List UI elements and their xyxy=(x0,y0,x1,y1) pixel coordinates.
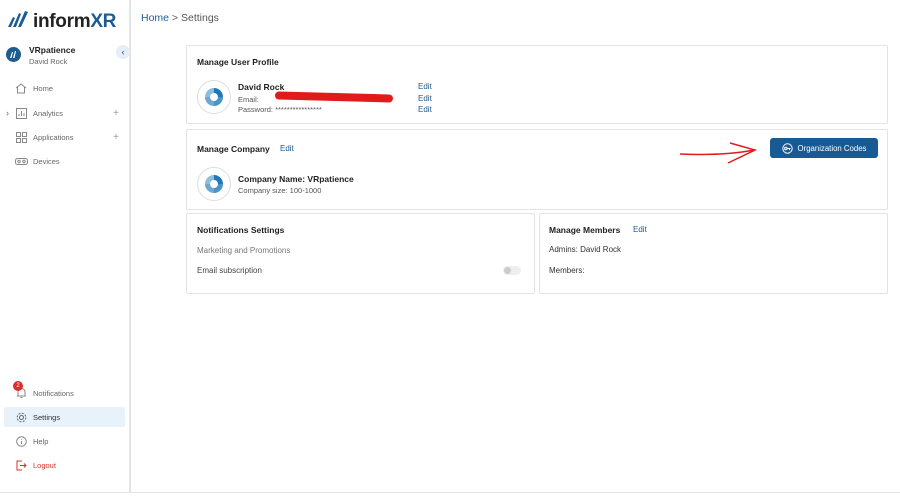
organization-codes-label: Organization Codes xyxy=(797,143,867,153)
company-avatar xyxy=(6,47,21,62)
key-icon xyxy=(781,142,793,154)
user-password: Password: **************** xyxy=(238,105,322,114)
sidebar-item-home[interactable]: Home xyxy=(4,78,125,98)
edit-password-link[interactable]: Edit xyxy=(418,105,432,114)
logout-icon xyxy=(14,458,28,472)
edit-name-link[interactable]: Edit xyxy=(418,82,432,91)
collapse-sidebar-button[interactable]: ‹ xyxy=(116,45,130,59)
account-user: David Rock xyxy=(29,57,68,66)
account-switcher[interactable]: VRpatience David Rock ‹ xyxy=(6,45,130,67)
home-icon xyxy=(14,81,28,95)
toggle-knob xyxy=(504,267,511,274)
expand-analytics-icon[interactable]: + xyxy=(113,108,119,119)
breadcrumb-current: Settings xyxy=(180,12,219,24)
vr-headset-icon xyxy=(14,154,28,168)
members-title: Manage Members xyxy=(549,225,621,235)
marketing-label: Marketing and Promotions xyxy=(197,246,291,255)
bottom-divider xyxy=(0,492,900,493)
breadcrumb-separator: > xyxy=(169,12,181,24)
annotation-arrow-icon xyxy=(679,142,758,164)
organization-codes-button[interactable]: Organization Codes xyxy=(770,138,878,158)
company-name: Company Name: VRpatience xyxy=(238,174,354,184)
sidebar-item-label: Logout xyxy=(33,460,56,470)
notifications-settings-card: Notifications Settings Marketing and Pro… xyxy=(186,213,535,294)
sidebar-item-devices[interactable]: Devices xyxy=(4,151,125,171)
analytics-icon xyxy=(14,106,28,120)
sidebar-item-label: Home xyxy=(33,83,54,93)
user-name: David Rock xyxy=(238,82,285,92)
sidebar: informXR VRpatience David Rock ‹ Home › … xyxy=(0,0,131,493)
brand-logo[interactable]: informXR xyxy=(7,10,116,33)
sidebar-item-analytics[interactable]: › Analytics + xyxy=(4,103,125,123)
sidebar-item-label: Notifications xyxy=(33,388,74,398)
sidebar-item-help[interactable]: Help xyxy=(4,431,125,451)
sidebar-item-label: Analytics xyxy=(33,108,64,118)
sidebar-item-notifications[interactable]: 2 Notifications xyxy=(4,381,125,403)
sidebar-item-logout[interactable]: Logout xyxy=(4,455,125,475)
admins-list: Admins: David Rock xyxy=(549,245,622,254)
user-avatar xyxy=(197,80,231,114)
bell-icon: 2 xyxy=(13,381,28,400)
info-icon xyxy=(14,434,28,448)
edit-email-link[interactable]: Edit xyxy=(418,94,432,103)
applications-icon xyxy=(14,130,28,144)
sidebar-item-label: Devices xyxy=(33,156,60,166)
company-title: Manage Company xyxy=(197,144,270,154)
sidebar-item-label: Settings xyxy=(33,412,61,422)
informxr-logo-icon xyxy=(7,10,29,33)
breadcrumb: Home > Settings xyxy=(141,12,219,24)
members-card: Manage Members Edit Admins: David Rock M… xyxy=(539,213,888,294)
account-name: VRpatience xyxy=(29,45,76,55)
user-email: Email: xyxy=(238,95,259,104)
notifications-settings-title: Notifications Settings xyxy=(197,225,285,235)
sidebar-item-settings[interactable]: Settings xyxy=(4,407,125,427)
edit-members-link[interactable]: Edit xyxy=(633,225,647,234)
gear-icon xyxy=(14,410,28,424)
breadcrumb-home-link[interactable]: Home xyxy=(141,12,169,24)
email-subscription-label: Email subscription xyxy=(197,266,262,275)
email-subscription-toggle[interactable] xyxy=(503,266,521,275)
members-list: Members: xyxy=(549,266,585,275)
user-profile-title: Manage User Profile xyxy=(197,57,279,67)
brand-name: informXR xyxy=(33,10,117,32)
sidebar-item-applications[interactable]: Applications + xyxy=(4,127,125,147)
company-avatar xyxy=(197,167,231,201)
user-profile-card: Manage User Profile David Rock Email: Pa… xyxy=(186,45,888,124)
vrpatience-logo-icon xyxy=(205,175,223,193)
edit-company-link[interactable]: Edit xyxy=(280,144,294,153)
sidebar-item-label: Applications xyxy=(33,132,74,142)
chevron-right-icon: › xyxy=(6,108,9,118)
vrpatience-logo-icon xyxy=(205,88,223,106)
sidebar-item-label: Help xyxy=(33,436,49,446)
company-size: Company size: 100-1000 xyxy=(238,186,322,195)
expand-applications-icon[interactable]: + xyxy=(113,132,119,143)
notifications-count-badge: 2 xyxy=(13,381,23,391)
